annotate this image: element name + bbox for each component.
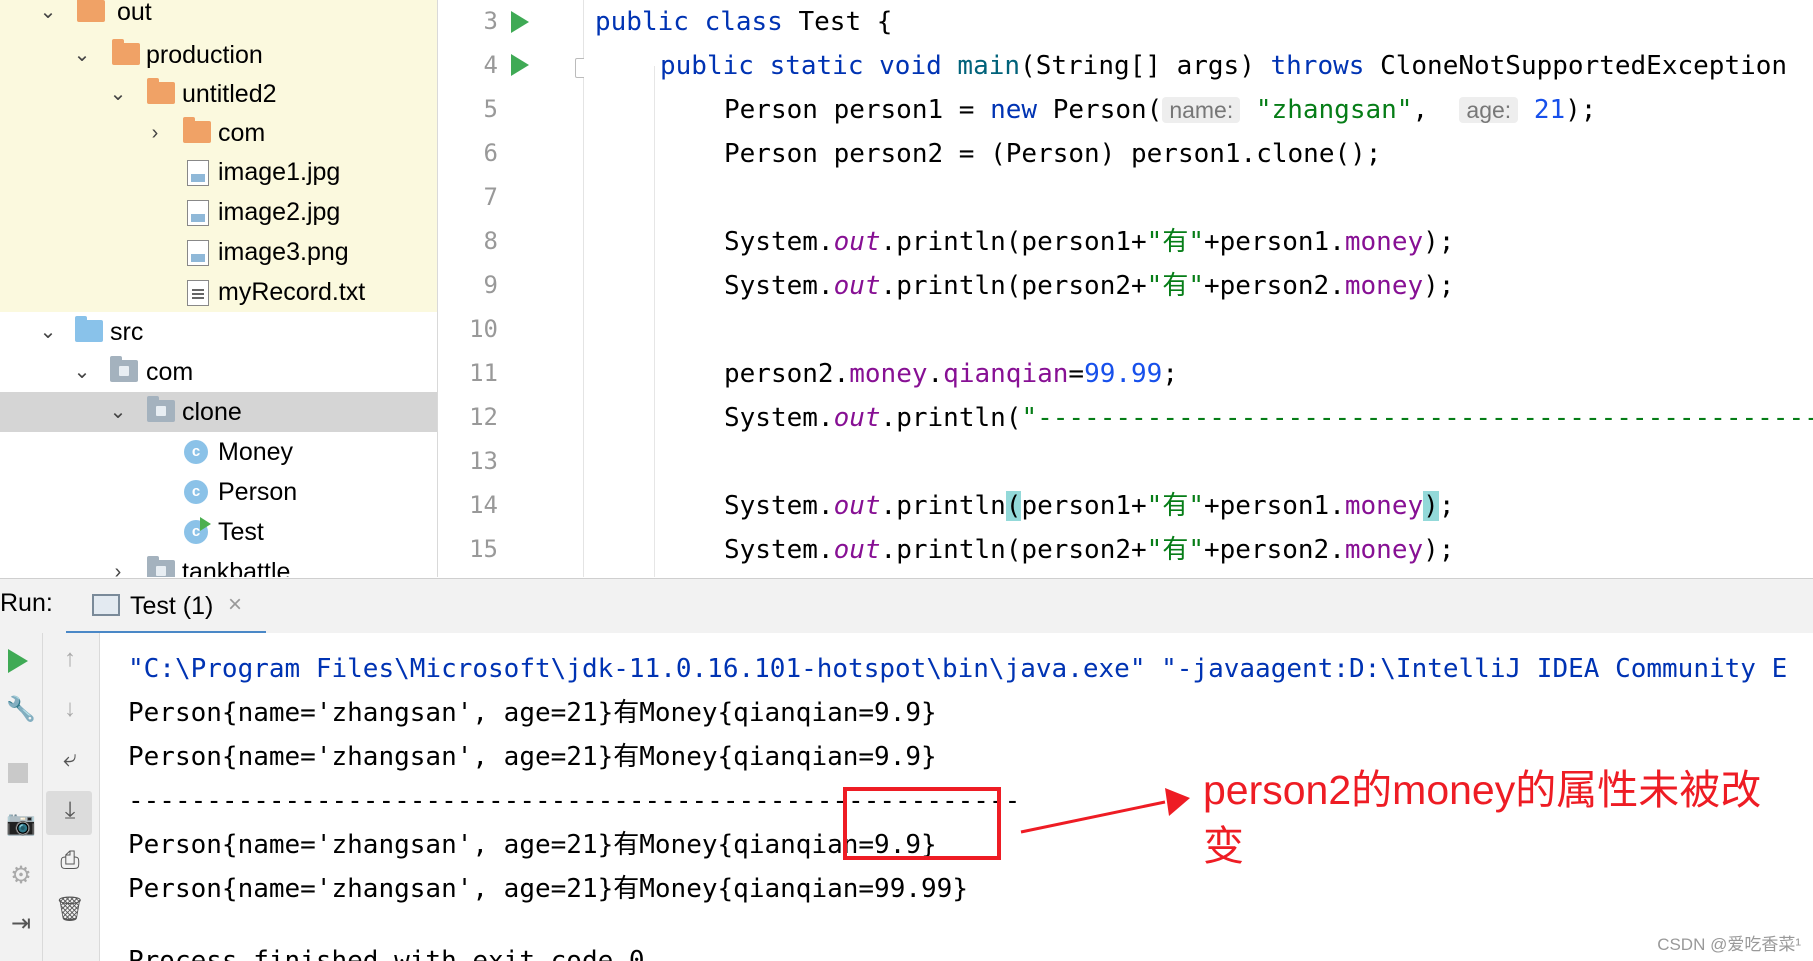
camera-icon[interactable]: 📷	[0, 809, 42, 838]
line-number: 13	[469, 447, 498, 475]
image-file-icon	[187, 240, 209, 266]
line-number: 15	[469, 535, 498, 563]
line-number: 12	[469, 403, 498, 431]
editor-gutter: 3 4 5 6 7 8 9 10 11 12 13 14 15	[438, 0, 591, 577]
run-toolbar-primary: 🔧 📷 ⚙ ⇥	[0, 633, 43, 961]
code-line-5: Person person1 = new Person(name: "zhang…	[724, 95, 1597, 125]
run-label: Run:	[0, 589, 53, 617]
settings-icon[interactable]: ⚙	[0, 861, 42, 890]
code-line-11: person2.money.qianqian=99.99;	[724, 359, 1178, 389]
tree-item-myrecord[interactable]: myRecord.txt	[0, 272, 437, 312]
tree-item-out[interactable]: ⌄ out	[0, 0, 437, 32]
code-line-3: public class Test {	[595, 7, 893, 37]
chevron-right-icon[interactable]: ›	[145, 113, 165, 153]
console-line: Person{name='zhangsan', age=21}有Money{qi…	[128, 874, 968, 904]
chevron-down-icon[interactable]: ⌄	[72, 35, 92, 75]
code-line-12: System.out.println("--------------------…	[724, 403, 1813, 433]
tree-item-image1[interactable]: image1.jpg	[0, 152, 437, 192]
folder-orange-icon	[147, 78, 175, 104]
annotation-text: person2的money的属性未被改 变	[1203, 767, 1762, 869]
image-file-icon	[187, 160, 209, 186]
tree-item-tankbattle[interactable]: › tankbattle	[0, 552, 437, 577]
tree-item-production[interactable]: ⌄ production	[0, 35, 437, 75]
class-icon: c	[184, 480, 208, 504]
line-number: 3	[483, 7, 498, 35]
console-line: "C:\Program Files\Microsoft\jdk-11.0.16.…	[128, 654, 1788, 684]
run-main-icon[interactable]	[511, 54, 529, 76]
print-icon[interactable]: ⎙	[49, 847, 91, 875]
line-number: 7	[483, 183, 498, 211]
tree-item-src[interactable]: ⌄ src	[0, 312, 437, 352]
wrench-icon[interactable]: 🔧	[0, 695, 42, 724]
image-file-icon	[187, 200, 209, 226]
chevron-down-icon[interactable]: ⌄	[108, 392, 128, 432]
scroll-to-end-icon[interactable]: ⤓	[49, 797, 91, 825]
close-icon[interactable]: ×	[228, 591, 242, 619]
tree-item-untitled2[interactable]: ⌄ untitled2	[0, 74, 437, 114]
tree-item-com-out[interactable]: › com	[0, 113, 437, 153]
soft-wrap-icon[interactable]: ⤶	[49, 745, 91, 773]
run-class-icon[interactable]	[511, 11, 529, 33]
package-icon	[110, 356, 138, 382]
rerun-icon[interactable]	[8, 649, 28, 673]
annotation-arrow-icon	[1020, 788, 1190, 834]
folder-blue-icon	[75, 316, 103, 342]
tree-item-clone[interactable]: ⌄ clone	[0, 392, 437, 432]
chevron-down-icon[interactable]: ⌄	[38, 312, 58, 352]
stop-icon[interactable]	[8, 763, 28, 783]
line-number: 14	[469, 491, 498, 519]
console-line: Person{name='zhangsan', age=21}有Money{qi…	[128, 830, 937, 860]
arrow-down-icon[interactable]: ↓	[49, 695, 91, 723]
class-icon: c	[184, 440, 208, 464]
code-line-6: Person person2 = (Person) person1.clone(…	[724, 139, 1382, 169]
console-line: Person{name='zhangsan', age=21}有Money{qi…	[128, 698, 937, 728]
project-tree: ⌄ out ⌄ production ⌄ untitled2 › com ima…	[0, 0, 438, 577]
code-line-9: System.out.println(person2+"有"+person2.m…	[724, 271, 1455, 301]
tree-item-image2[interactable]: image2.jpg	[0, 192, 437, 232]
tree-item-money[interactable]: c Money	[0, 432, 437, 472]
chevron-down-icon[interactable]: ⌄	[72, 352, 92, 392]
trash-icon[interactable]: 🗑	[49, 895, 91, 924]
run-tab-test[interactable]: Test (1) ×	[66, 579, 266, 635]
tree-item-com-src[interactable]: ⌄ com	[0, 352, 437, 392]
line-number: 11	[469, 359, 498, 387]
param-hint-age: age:	[1459, 97, 1519, 123]
code-line-15: System.out.println(person2+"有"+person2.m…	[724, 535, 1455, 565]
code-line-4: public static void main(String[] args) t…	[660, 51, 1788, 81]
run-toolbar-secondary: ↑ ↓ ⤶ ⤓ ⎙ 🗑	[43, 633, 100, 961]
run-panel-header: Run: Test (1) ×	[0, 578, 1813, 635]
folder-orange-icon	[77, 0, 105, 22]
tree-item-image3[interactable]: image3.png	[0, 232, 437, 272]
console-line: Process finished with exit code 0	[128, 946, 645, 961]
package-icon	[147, 556, 175, 577]
chevron-down-icon[interactable]: ⌄	[38, 0, 58, 32]
chevron-down-icon[interactable]: ⌄	[108, 74, 128, 114]
line-number: 6	[483, 139, 498, 167]
indent-guide	[654, 66, 655, 577]
line-number: 5	[483, 95, 498, 123]
code-editor[interactable]: public class Test { public static void m…	[584, 0, 1813, 577]
line-number: 4	[483, 51, 498, 79]
line-number: 8	[483, 227, 498, 255]
class-runnable-icon: c	[184, 517, 211, 544]
arrow-up-icon[interactable]: ↑	[49, 645, 91, 673]
console-line: Person{name='zhangsan', age=21}有Money{qi…	[128, 742, 937, 772]
line-number: 9	[483, 271, 498, 299]
code-line-8: System.out.println(person1+"有"+person1.m…	[724, 227, 1455, 257]
console-icon	[92, 594, 120, 616]
folder-orange-icon	[112, 39, 140, 65]
param-hint-name: name:	[1162, 97, 1241, 123]
tree-item-person[interactable]: c Person	[0, 472, 437, 512]
code-line-14: System.out.println((person1+person1+"有"+…	[724, 491, 1455, 521]
chevron-right-icon[interactable]: ›	[108, 552, 128, 577]
restore-layout-icon[interactable]: ⇥	[0, 909, 42, 938]
watermark: CSDN @爱吃香菜¹	[1657, 935, 1801, 954]
folder-orange-icon	[183, 117, 211, 143]
annotation-highlight-box	[843, 787, 1001, 860]
text-file-icon	[187, 280, 209, 306]
tree-item-test[interactable]: c Test	[0, 512, 437, 552]
package-icon	[147, 396, 175, 422]
line-number: 10	[469, 315, 498, 343]
